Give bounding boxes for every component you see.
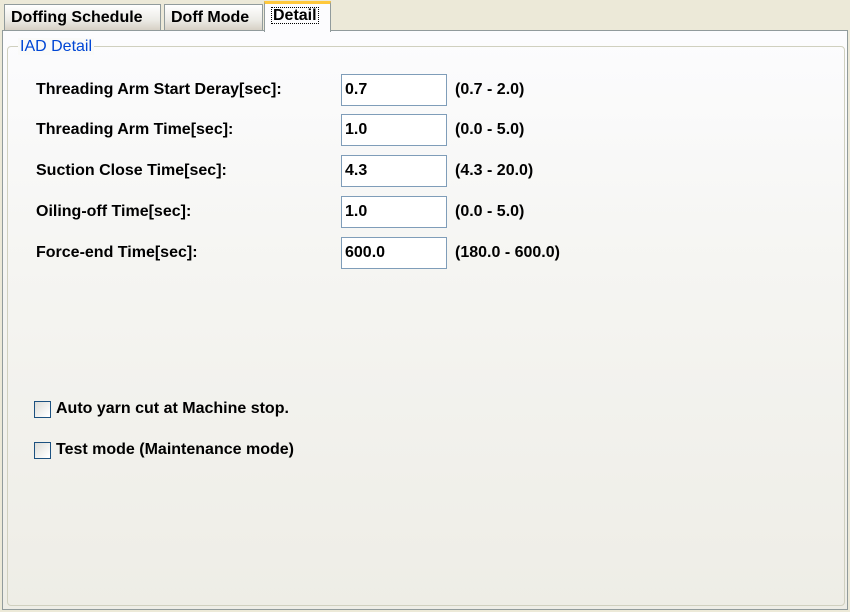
- threading-arm-time-label: Threading Arm Time[sec]:: [36, 121, 234, 138]
- suction-close-time-range: (4.3 - 20.0): [455, 162, 534, 179]
- auto-yarn-cut-checkbox[interactable]: [34, 401, 51, 418]
- field-row-threading-arm-start-delay: Threading Arm Start Deray[sec]: (0.7 - 2…: [8, 74, 844, 106]
- threading-arm-start-delay-range: (0.7 - 2.0): [455, 81, 525, 98]
- tab-doff-mode-label: Doff Mode: [171, 9, 250, 26]
- auto-yarn-cut-option[interactable]: Auto yarn cut at Machine stop.: [34, 399, 434, 419]
- tab-doff-mode[interactable]: Doff Mode: [164, 4, 263, 30]
- iad-detail-group: IAD Detail Threading Arm Start Deray[sec…: [7, 38, 845, 606]
- test-mode-checkbox[interactable]: [34, 442, 51, 459]
- field-row-suction-close-time: Suction Close Time[sec]: (4.3 - 20.0): [8, 155, 844, 187]
- test-mode-label[interactable]: Test mode (Maintenance mode): [56, 440, 294, 460]
- force-end-time-label: Force-end Time[sec]:: [36, 244, 198, 261]
- oiling-off-time-range: (0.0 - 5.0): [455, 203, 525, 220]
- tab-detail[interactable]: Detail: [264, 1, 331, 32]
- oiling-off-time-label: Oiling-off Time[sec]:: [36, 203, 192, 220]
- tab-doffing-schedule-label: Doffing Schedule: [11, 9, 143, 26]
- suction-close-time-label: Suction Close Time[sec]:: [36, 162, 227, 179]
- tab-detail-label: Detail: [271, 7, 319, 24]
- suction-close-time-input[interactable]: [341, 155, 447, 187]
- force-end-time-input[interactable]: [341, 237, 447, 269]
- field-row-force-end-time: Force-end Time[sec]: (180.0 - 600.0): [8, 237, 844, 269]
- tab-strip: Doffing Schedule Doff Mode Detail: [0, 0, 850, 32]
- detail-panel: IAD Detail Threading Arm Start Deray[sec…: [2, 30, 848, 610]
- threading-arm-start-delay-label: Threading Arm Start Deray[sec]:: [36, 81, 282, 98]
- tab-doffing-schedule[interactable]: Doffing Schedule: [4, 4, 161, 30]
- threading-arm-start-delay-input[interactable]: [341, 74, 447, 106]
- field-row-threading-arm-time: Threading Arm Time[sec]: (0.0 - 5.0): [8, 114, 844, 146]
- field-row-oiling-off-time: Oiling-off Time[sec]: (0.0 - 5.0): [8, 196, 844, 228]
- test-mode-option[interactable]: Test mode (Maintenance mode): [34, 440, 434, 460]
- group-title: IAD Detail: [18, 38, 95, 55]
- auto-yarn-cut-label[interactable]: Auto yarn cut at Machine stop.: [56, 399, 289, 419]
- force-end-time-range: (180.0 - 600.0): [455, 244, 560, 261]
- oiling-off-time-input[interactable]: [341, 196, 447, 228]
- threading-arm-time-input[interactable]: [341, 114, 447, 146]
- threading-arm-time-range: (0.0 - 5.0): [455, 121, 525, 138]
